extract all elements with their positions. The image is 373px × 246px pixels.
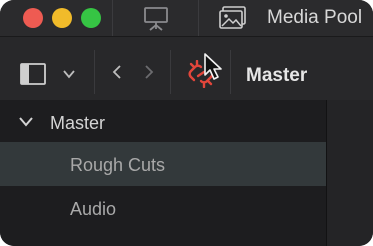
- chevron-down-icon[interactable]: [62, 67, 76, 81]
- media-pool-icon: [219, 6, 246, 29]
- current-bin-title: Master: [246, 65, 308, 86]
- bin-item-rough-cuts[interactable]: Rough Cuts: [0, 142, 326, 186]
- toolbar-separator: [230, 50, 231, 94]
- close-window-button[interactable]: [23, 8, 43, 28]
- sidebar-toggle-icon[interactable]: [20, 63, 46, 85]
- title-separator: [112, 0, 113, 36]
- panel-divider[interactable]: [326, 100, 327, 246]
- titlebar-divider: [0, 36, 373, 37]
- bin-item-audio[interactable]: Audio: [0, 186, 326, 230]
- bin-list-panel: Master Rough Cuts Audio: [0, 100, 326, 246]
- media-pool-window: Media Pool Master Master Rough Cuts Audi…: [0, 0, 373, 246]
- maximize-window-button[interactable]: [81, 8, 101, 28]
- back-arrow-icon[interactable]: [110, 64, 124, 80]
- bin-label: Audio: [70, 199, 117, 219]
- media-pool-toolbar: Master: [0, 36, 373, 100]
- title-bar: Media Pool: [0, 0, 373, 36]
- minimize-window-button[interactable]: [52, 8, 72, 28]
- cursor-icon: [204, 53, 222, 80]
- media-pool-panel-button[interactable]: Media Pool: [213, 0, 373, 36]
- present-screen-icon[interactable]: [143, 6, 169, 32]
- bin-label: Rough Cuts: [70, 155, 166, 175]
- title-separator: [198, 0, 199, 36]
- bin-label: Master: [50, 113, 106, 133]
- toolbar-separator: [94, 50, 95, 94]
- forward-arrow-icon[interactable]: [142, 64, 156, 80]
- toolbar-separator: [170, 50, 171, 94]
- bin-item-master[interactable]: Master: [0, 100, 326, 144]
- clip-view-panel: [326, 100, 373, 246]
- media-pool-title: Media Pool: [267, 7, 363, 28]
- chevron-down-icon[interactable]: [18, 116, 34, 128]
